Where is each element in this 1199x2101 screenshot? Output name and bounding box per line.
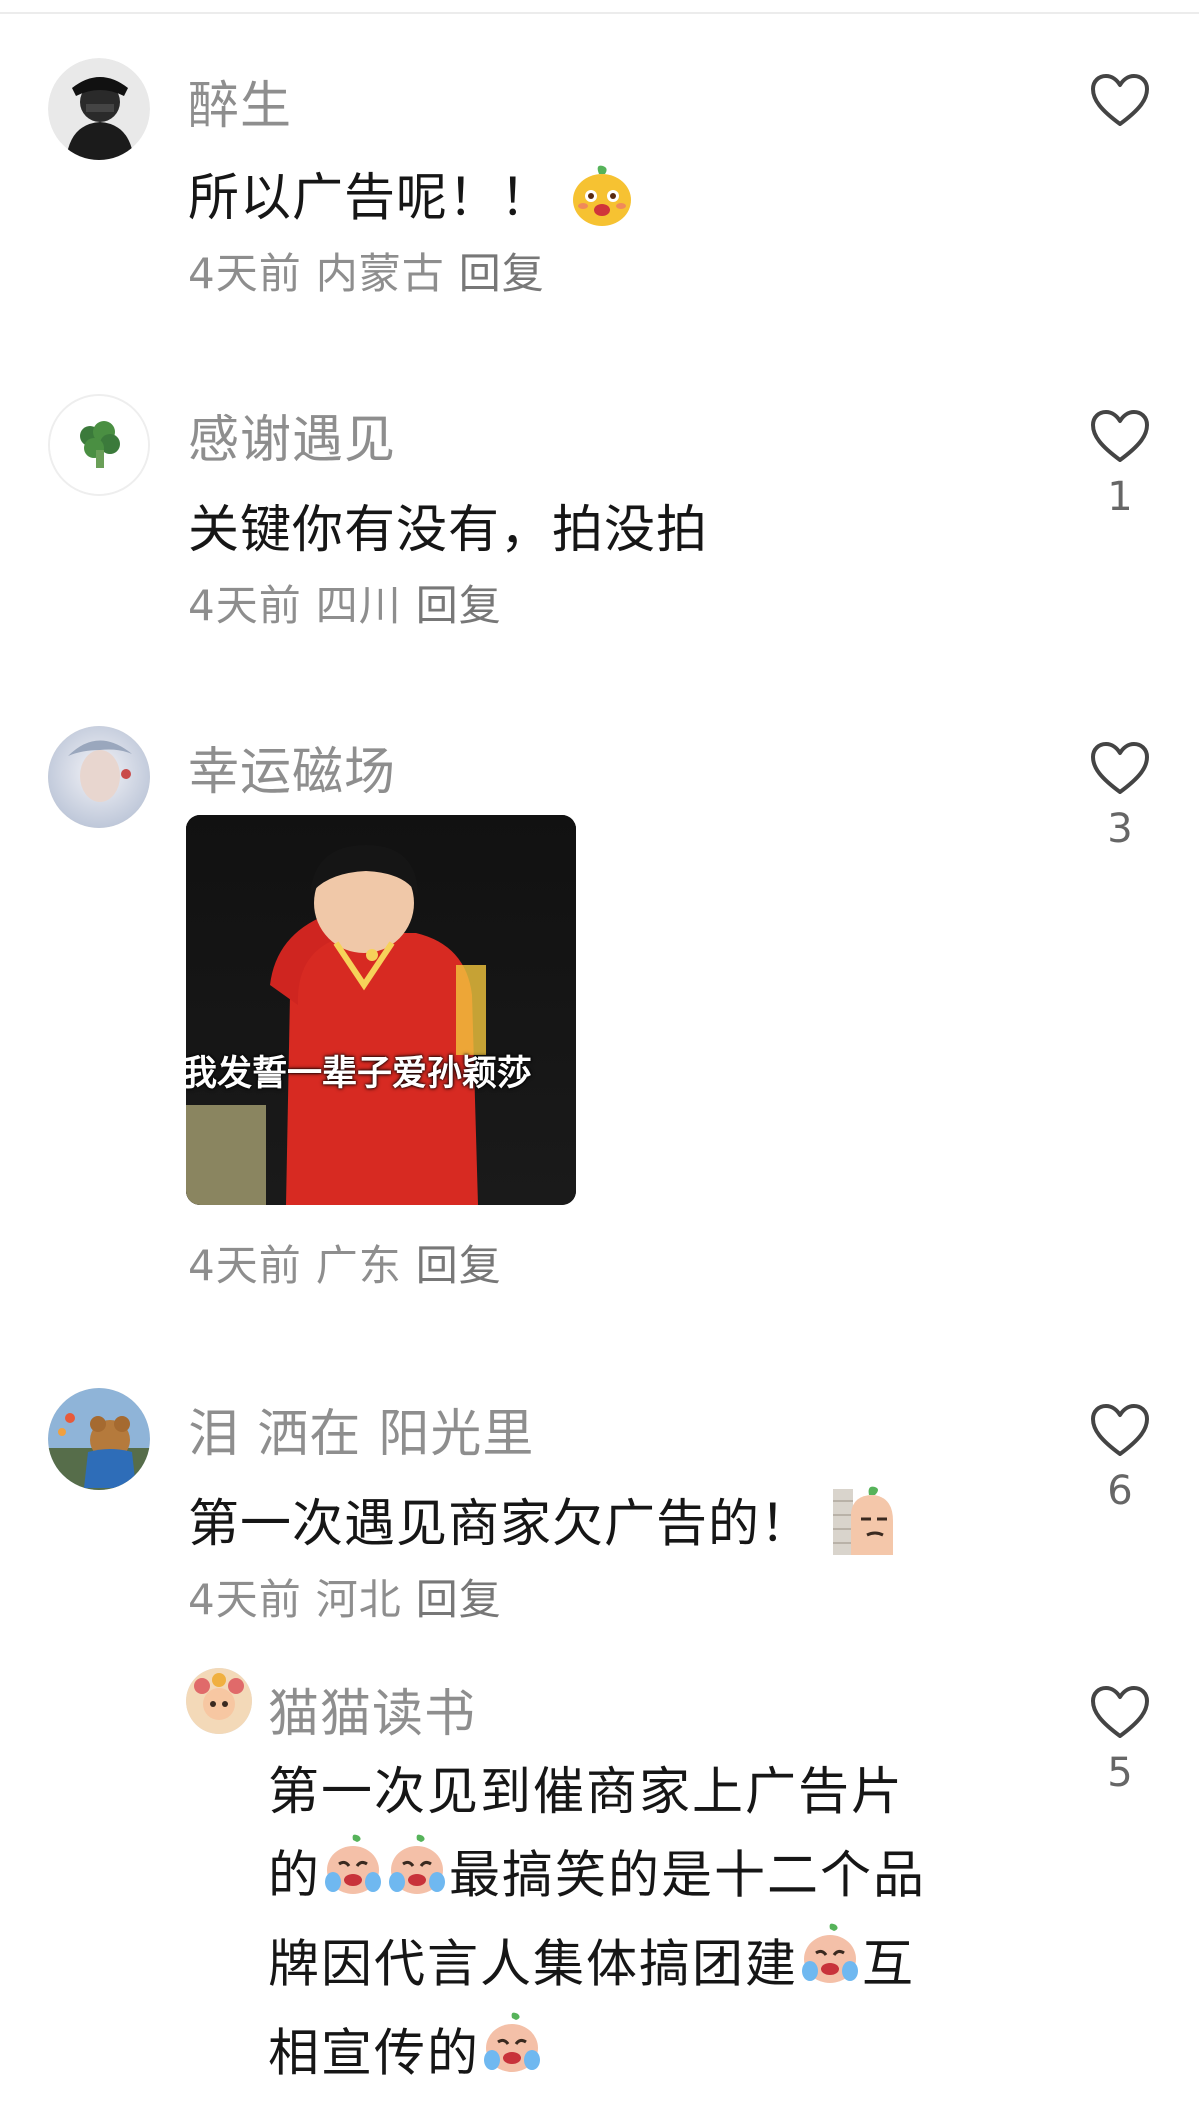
comment-location: 广东 — [315, 1241, 402, 1290]
like-count: 1 — [1107, 474, 1133, 520]
crying-emoji-icon — [480, 2012, 544, 2101]
reply-line: 牌因代言人集体搞团建 互 — [268, 1923, 1068, 2012]
username[interactable]: 感谢遇见 — [188, 398, 396, 472]
comment-location: 内蒙古 — [315, 249, 445, 298]
like-button[interactable] — [1085, 72, 1155, 128]
username[interactable]: 醉生 — [188, 64, 292, 138]
like-count: 6 — [1107, 1468, 1133, 1514]
reply-line-text: 互 — [862, 1935, 916, 1995]
like-count: 5 — [1107, 1750, 1133, 1796]
comment-text: 第一次遇见商家欠广告的！ — [188, 1482, 897, 1570]
reply-button[interactable]: 回复 — [416, 1575, 502, 1624]
comment-time: 4天前 — [188, 249, 302, 298]
reply-button[interactable]: 回复 — [416, 581, 502, 630]
reply-text: 第一次见到催商家上广告片 的 最搞笑的是十二个品 牌因代言人集体搞团建 互 相宣传的 — [268, 1752, 1068, 2101]
like-button[interactable]: 3 — [1085, 740, 1155, 852]
reply-button[interactable]: 回复 — [459, 249, 545, 298]
reply-line-text: 相宣传的 — [268, 2024, 481, 2084]
reply-line-text: 的 — [268, 1846, 322, 1906]
avatar[interactable] — [48, 726, 150, 828]
comment-location: 四川 — [315, 581, 402, 630]
crying-emoji-icon — [321, 1834, 385, 1923]
comment-time: 4天前 — [188, 1241, 302, 1290]
username[interactable]: 幸运磁场 — [188, 730, 396, 804]
heart-icon — [1091, 74, 1149, 126]
comment-text: 所以广告呢！！ — [188, 156, 635, 241]
crying-emoji-icon — [385, 1834, 449, 1923]
reply-line: 第一次见到催商家上广告片 — [268, 1763, 905, 1822]
top-divider — [0, 0, 1199, 14]
comment-meta: 4天前 广东 回复 — [188, 1232, 516, 1293]
avatar[interactable] — [186, 1668, 252, 1734]
like-count: 3 — [1107, 806, 1133, 852]
comment-meta: 4天前 河北 回复 — [188, 1566, 516, 1627]
avatar[interactable] — [48, 1388, 150, 1490]
heart-icon — [1091, 1404, 1149, 1456]
like-button[interactable]: 5 — [1085, 1684, 1155, 1796]
comment-time: 4天前 — [188, 1575, 302, 1624]
like-button[interactable]: 6 — [1085, 1402, 1155, 1514]
comment-meta: 4天前 四川 回复 — [188, 572, 516, 633]
username[interactable]: 猫猫读书 — [268, 1672, 476, 1746]
reply-line: 的 最搞笑的是十二个品 — [268, 1834, 1068, 1923]
peeking-sly-emoji-icon — [829, 1485, 897, 1570]
avatar[interactable] — [48, 394, 150, 496]
image-caption: 我发誓一辈子爱孙颖莎 — [186, 1054, 533, 1094]
reply-line-text: 牌因代言人集体搞团建 — [268, 1935, 799, 1995]
heart-icon — [1091, 742, 1149, 794]
comment-image[interactable]: 我发誓一辈子爱孙颖莎 — [186, 815, 576, 1205]
heart-icon — [1091, 410, 1149, 462]
avatar[interactable] — [48, 58, 150, 160]
comment-location: 河北 — [315, 1575, 402, 1624]
comment-text-content: 第一次遇见商家欠广告的！ — [188, 1495, 813, 1554]
like-button[interactable]: 1 — [1085, 408, 1155, 520]
reply-line-text: 最搞笑的是十二个品 — [449, 1846, 927, 1906]
happy-face-emoji-icon — [569, 162, 635, 241]
comment-meta: 4天前 内蒙古 回复 — [188, 240, 559, 301]
heart-icon — [1091, 1686, 1149, 1738]
comment-text: 关键你有没有，拍没拍 — [188, 501, 709, 560]
comment-text-content: 所以广告呢！！ — [188, 169, 553, 228]
reply-line: 相宣传的 — [268, 2012, 1068, 2101]
reply-button[interactable]: 回复 — [416, 1241, 502, 1290]
username[interactable]: 泪 洒在 阳光里 — [188, 1392, 534, 1466]
crying-emoji-icon — [798, 1923, 862, 2012]
comment-time: 4天前 — [188, 581, 302, 630]
